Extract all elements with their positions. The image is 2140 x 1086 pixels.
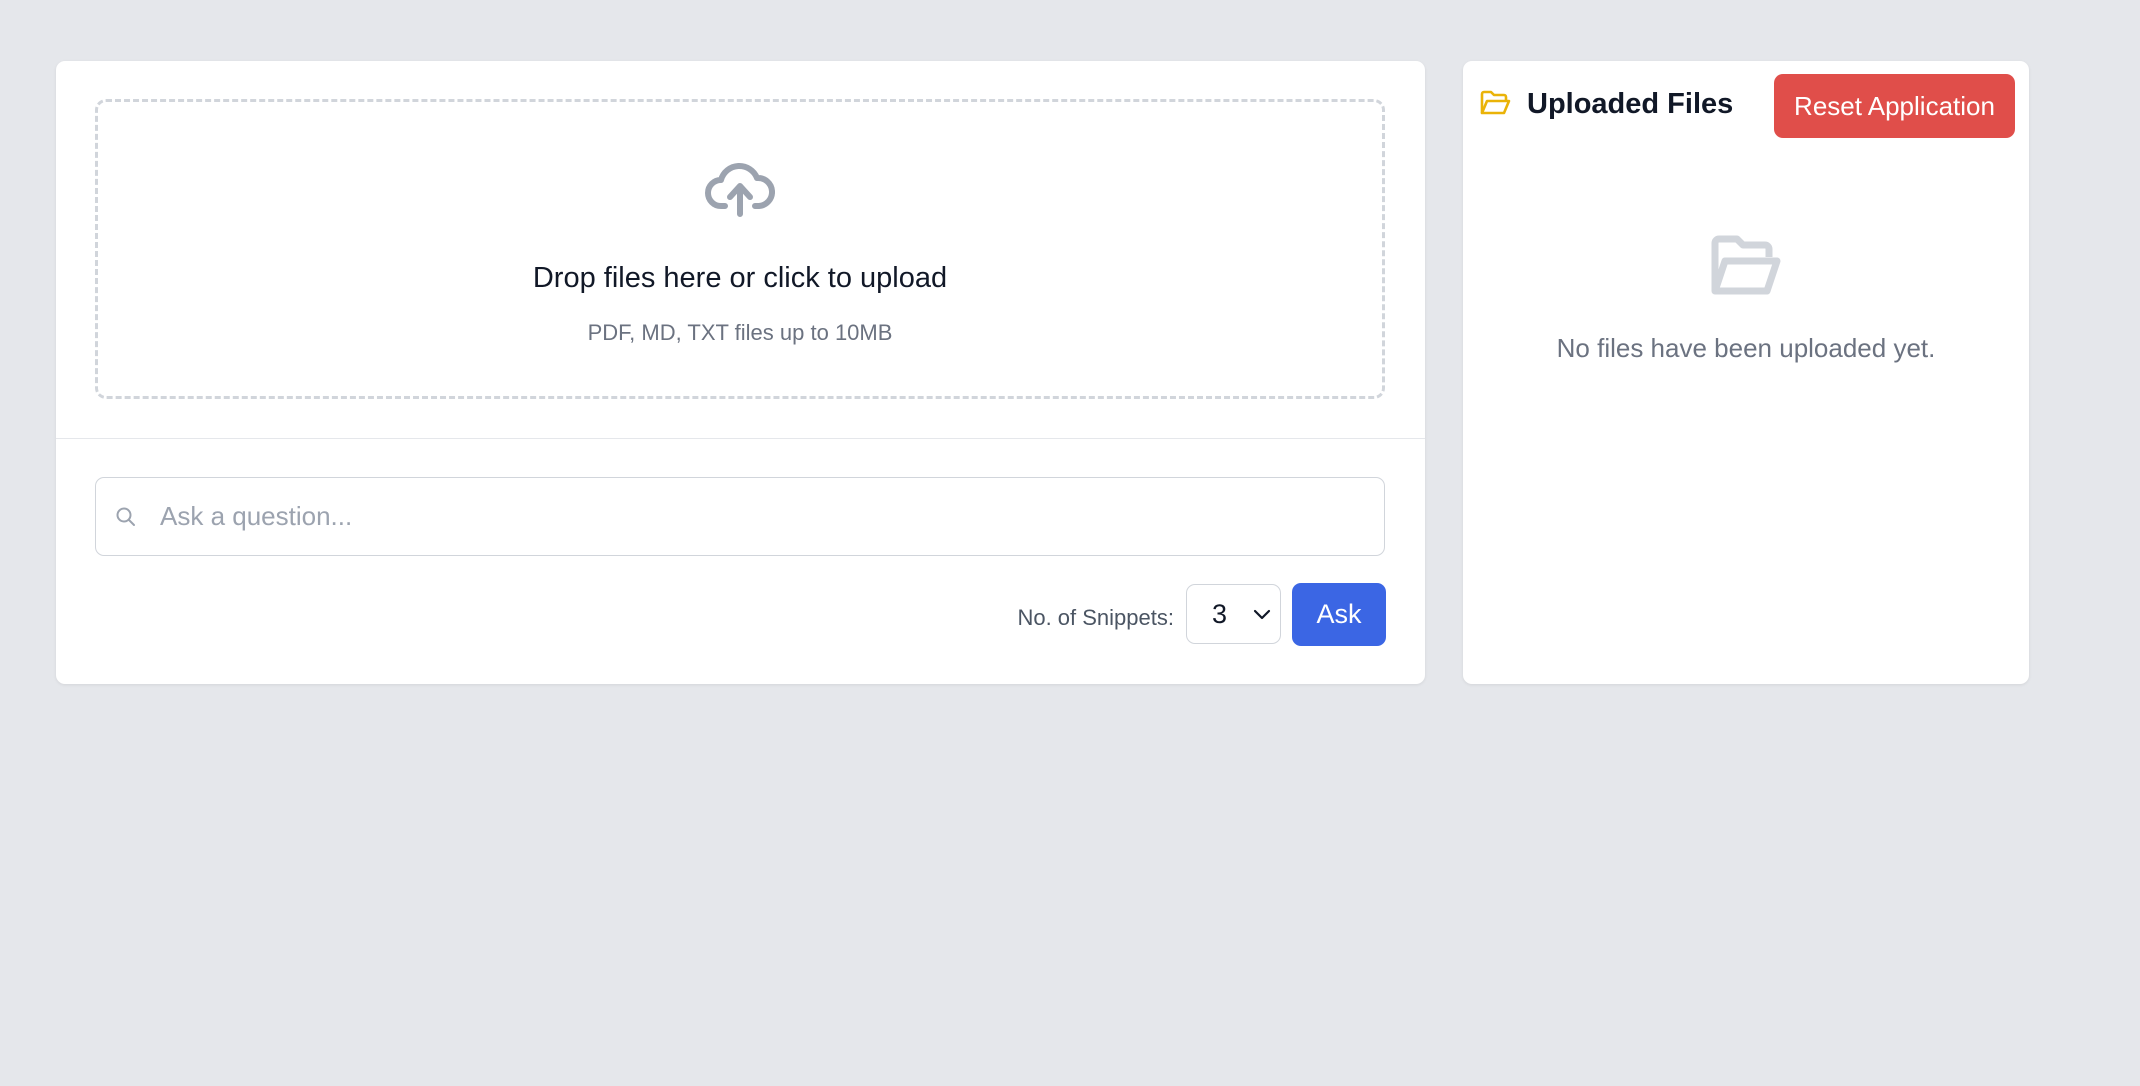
snippets-label: No. of Snippets: — [1017, 605, 1174, 630]
upload-title: Drop files here or click to upload — [532, 262, 948, 294]
upload-dropzone[interactable]: Drop files here or click to upload PDF, … — [95, 99, 1385, 399]
empty-folder-icon — [1711, 235, 1781, 295]
reset-application-button[interactable]: Reset Application — [1774, 74, 2015, 138]
ask-button[interactable]: Ask — [1292, 583, 1386, 646]
main-panel: Drop files here or click to upload PDF, … — [56, 61, 1425, 684]
folder-open-icon — [1480, 90, 1511, 115]
uploaded-files-panel: Uploaded Files Reset Application No file… — [1463, 61, 2029, 684]
search-icon — [116, 507, 135, 526]
snippets-value: 3 — [1212, 599, 1228, 629]
uploaded-files-title: Uploaded Files — [1527, 88, 1734, 120]
question-search-box[interactable] — [95, 477, 1385, 556]
snippets-select[interactable]: 3 — [1186, 584, 1281, 644]
chevron-down-icon — [1253, 609, 1271, 620]
question-input[interactable] — [158, 478, 1374, 555]
cloud-upload-icon — [705, 163, 775, 217]
upload-hint: PDF, MD, TXT files up to 10MB — [587, 320, 893, 345]
empty-files-message: No files have been uploaded yet. — [1556, 333, 1936, 363]
divider — [56, 438, 1425, 439]
